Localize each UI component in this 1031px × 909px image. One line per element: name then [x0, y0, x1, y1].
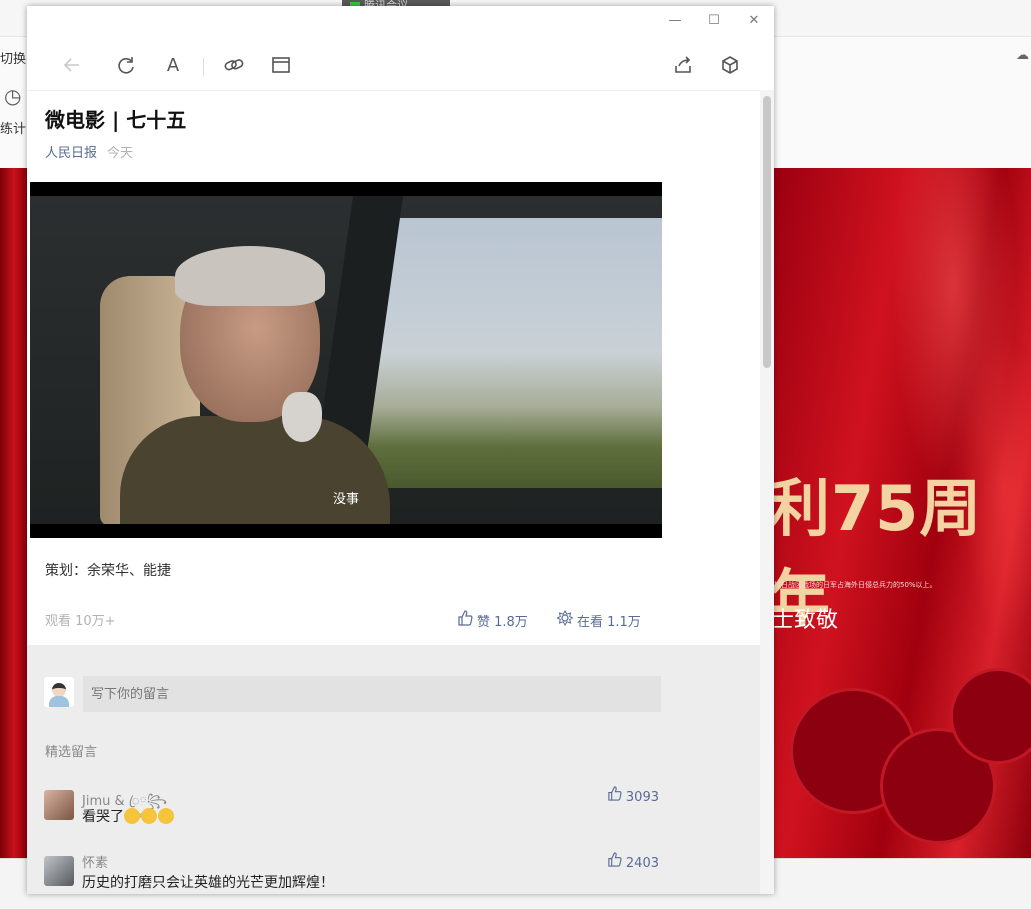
comment-item: 怀素 历史的打磨只会让英雄的光芒更加辉煌！ 2403 — [44, 852, 659, 894]
comment-section: 精选留言 Jimu & ꦿ࿆꧂ 看哭了 3093 怀素 历史的打磨只会让英雄的光… — [27, 645, 760, 894]
thumbs-up-icon — [607, 786, 622, 805]
maximize-button[interactable]: ☐ — [704, 12, 724, 30]
link-icon[interactable] — [222, 54, 246, 78]
commenter-avatar — [44, 790, 74, 820]
crying-emoji-icon — [158, 808, 174, 824]
crying-emoji-icon — [141, 808, 157, 824]
scrollbar-thumb[interactable] — [763, 96, 771, 368]
comment-input[interactable] — [83, 676, 661, 712]
watching-button[interactable]: 在看 1.1万 — [555, 609, 641, 630]
commenter-name: 怀素 — [82, 856, 109, 871]
watching-count: 在看 1.1万 — [577, 615, 641, 630]
comment-like-button[interactable]: 3093 — [607, 786, 659, 805]
share-icon[interactable] — [671, 54, 695, 78]
article-meta: 人民日报 今天 — [45, 142, 133, 161]
cloud-icon[interactable]: ☁ — [1016, 48, 1029, 63]
old-man-beard — [282, 392, 322, 442]
cube-icon[interactable] — [718, 54, 742, 78]
minimize-button[interactable]: — — [665, 12, 685, 30]
like-count: 赞 1.8万 — [477, 615, 528, 630]
comment-like-button[interactable]: 2403 — [607, 852, 659, 871]
comment-text: 看哭了 — [82, 806, 175, 826]
flower-icon — [555, 609, 575, 630]
like-button[interactable]: 赞 1.8万 — [457, 610, 528, 630]
comment-text: 历史的打磨只会让英雄的光芒更加辉煌！ — [82, 875, 334, 891]
open-in-browser-icon[interactable] — [269, 54, 293, 78]
old-man-body — [120, 416, 390, 524]
avatar-shirt — [49, 696, 69, 707]
background-ribbon-label: 练计 — [0, 122, 27, 137]
article-credits: 策划：余荣华、能捷 — [45, 563, 171, 579]
stats-row: 观看 10万+ 赞 1.8万 在看 1.1万 — [45, 609, 660, 634]
comment-like-count: 3093 — [625, 790, 659, 805]
font-size-icon[interactable]: A — [161, 54, 185, 78]
article-toolbar: A — [27, 36, 774, 91]
toolbar-divider — [203, 58, 204, 76]
crying-emoji-icon — [124, 808, 140, 824]
video-subtitle: 没事 — [332, 492, 359, 507]
scrollbar[interactable] — [760, 90, 774, 894]
background-tab-label[interactable]: 切换 — [0, 48, 26, 67]
article-window: — ☐ ✕ A 微电影 | 七十五 人民日报 今天 没事 策划：余荣华、能捷 观… — [27, 6, 774, 894]
close-button[interactable]: ✕ — [744, 12, 764, 30]
article-content: 微电影 | 七十五 人民日报 今天 没事 策划：余荣华、能捷 观看 10万+ 赞… — [27, 90, 760, 894]
refresh-icon[interactable] — [114, 54, 138, 78]
timer-icon[interactable]: ◷ — [4, 84, 21, 108]
comment-item: Jimu & ꦿ࿆꧂ 看哭了 3093 — [44, 786, 659, 830]
avatar — [44, 677, 74, 707]
article-source-link[interactable]: 人民日报 — [45, 146, 97, 161]
car-window — [348, 218, 662, 488]
comment-like-count: 2403 — [625, 856, 659, 871]
arrow-left-icon[interactable] — [60, 54, 84, 78]
article-title: 微电影 | 七十五 — [45, 108, 187, 132]
comment-text-content: 看哭了 — [82, 809, 124, 825]
slide-small-text: 杭日战区战场的日军占海外日侵总兵力的50%以上。 — [774, 581, 937, 589]
old-man-hair — [175, 246, 325, 306]
curtain-left — [0, 168, 28, 858]
thumbs-up-icon — [607, 852, 622, 871]
slide-tagline: 士致敬 — [772, 608, 839, 633]
view-count: 观看 10万+ — [45, 614, 116, 629]
avatar-face — [52, 683, 66, 697]
article-date: 今天 — [107, 146, 134, 161]
featured-comments-label: 精选留言 — [45, 745, 98, 760]
thumbs-up-icon — [457, 610, 473, 630]
commenter-avatar — [44, 856, 74, 886]
video-player[interactable]: 没事 — [30, 182, 662, 538]
window-titlebar[interactable]: — ☐ ✕ — [27, 6, 774, 36]
video-frame — [30, 196, 662, 524]
